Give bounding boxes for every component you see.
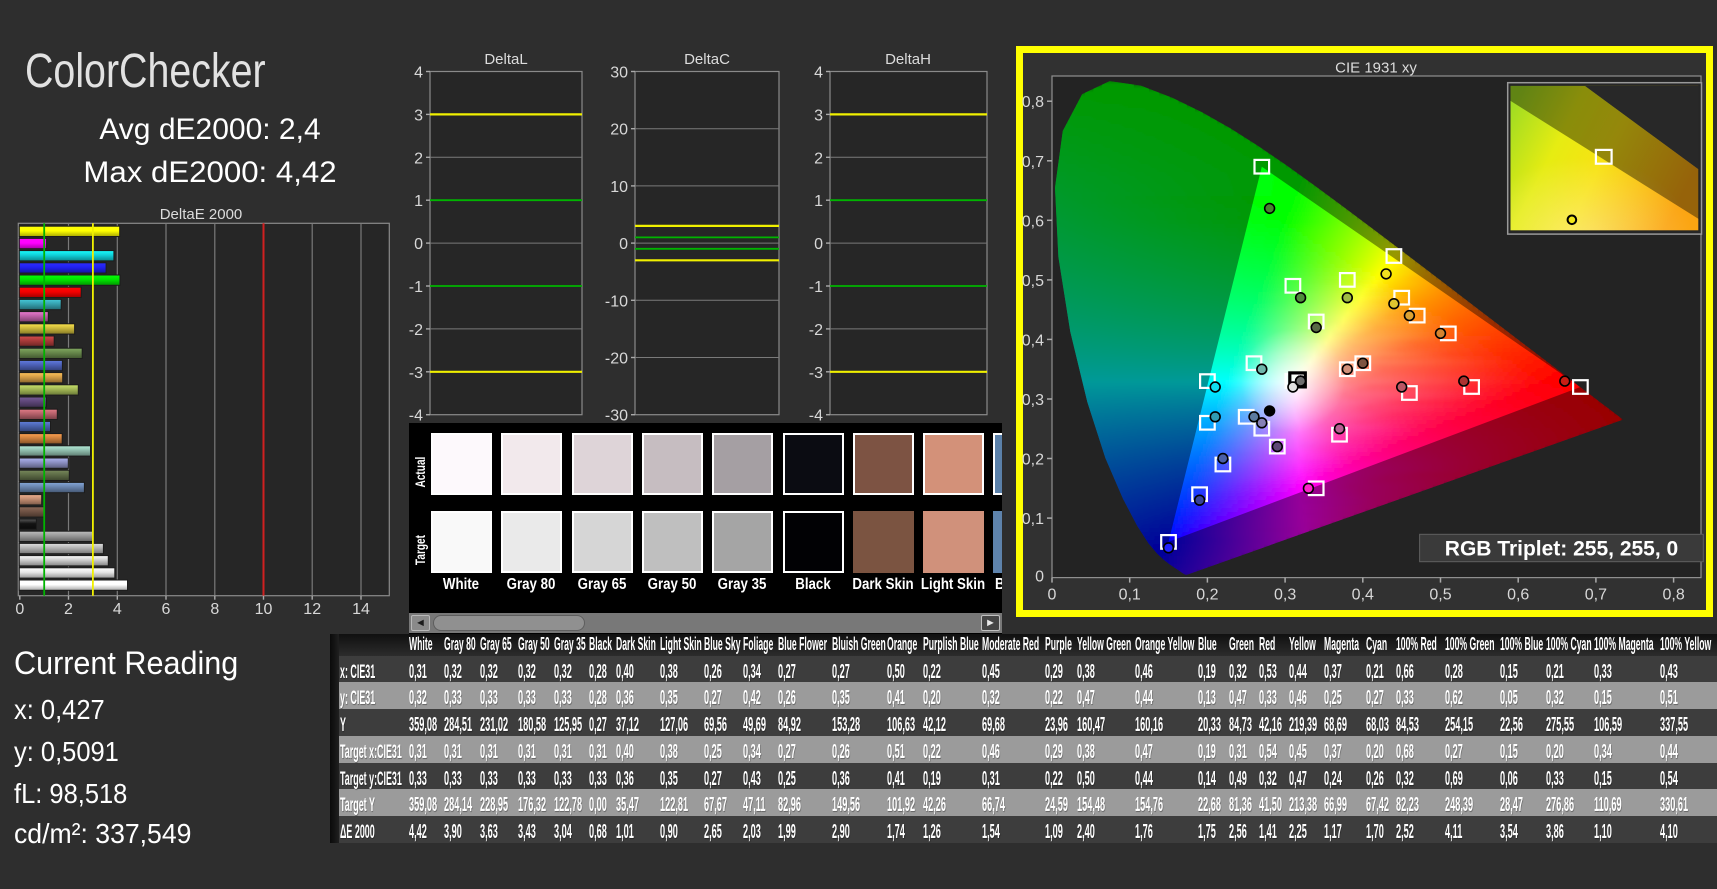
svg-text:0,3: 0,3 [1274,587,1296,604]
svg-text:0: 0 [1048,587,1057,604]
svg-text:1: 1 [414,193,423,210]
svg-text:0,7: 0,7 [1585,587,1607,604]
svg-text:0,3: 0,3 [1022,392,1044,409]
svg-text:-3: -3 [409,365,423,382]
svg-text:10: 10 [610,179,628,196]
svg-text:4: 4 [113,601,122,618]
svg-text:0,7: 0,7 [1022,154,1044,171]
svg-text:3: 3 [814,107,823,124]
svg-text:0,4: 0,4 [1022,332,1044,349]
svg-text:DeltaC: DeltaC [684,51,730,68]
svg-text:0,5: 0,5 [1022,273,1044,290]
svg-text:-10: -10 [605,293,628,310]
svg-text:CIE 1931 xy: CIE 1931 xy [1335,60,1417,77]
svg-text:0,5: 0,5 [1429,587,1451,604]
svg-text:3: 3 [414,107,423,124]
svg-text:14: 14 [352,601,370,618]
svg-text:-1: -1 [409,279,423,296]
svg-text:0,6: 0,6 [1022,213,1044,230]
svg-text:-2: -2 [409,322,423,339]
svg-text:0,4: 0,4 [1352,587,1374,604]
svg-text:30: 30 [610,65,628,82]
svg-text:0,2: 0,2 [1196,587,1218,604]
svg-text:0: 0 [414,236,423,253]
svg-text:0,8: 0,8 [1022,94,1044,111]
svg-text:8: 8 [210,601,219,618]
svg-text:RGB Triplet: 255, 255, 0: RGB Triplet: 255, 255, 0 [1445,538,1678,561]
svg-text:2: 2 [64,601,73,618]
svg-text:0: 0 [1035,569,1044,586]
svg-text:0,8: 0,8 [1662,587,1684,604]
svg-text:2: 2 [414,150,423,167]
svg-text:0: 0 [619,236,628,253]
svg-text:10: 10 [255,601,273,618]
svg-text:0,2: 0,2 [1022,452,1044,469]
svg-text:4: 4 [814,65,823,82]
svg-text:0,1: 0,1 [1119,587,1141,604]
svg-text:0,6: 0,6 [1507,587,1529,604]
svg-text:-1: -1 [809,279,823,296]
svg-text:2: 2 [814,150,823,167]
svg-text:12: 12 [303,601,321,618]
svg-text:DeltaE 2000: DeltaE 2000 [160,206,243,223]
svg-text:DeltaL: DeltaL [484,51,527,68]
svg-text:4: 4 [414,65,423,82]
svg-text:-20: -20 [605,351,628,368]
svg-text:-2: -2 [809,322,823,339]
svg-text:DeltaH: DeltaH [885,51,931,68]
svg-text:0: 0 [15,601,24,618]
svg-text:1: 1 [814,193,823,210]
svg-text:0: 0 [814,236,823,253]
svg-text:-3: -3 [809,365,823,382]
svg-text:20: 20 [610,122,628,139]
svg-text:6: 6 [162,601,171,618]
svg-text:0,1: 0,1 [1022,511,1044,528]
